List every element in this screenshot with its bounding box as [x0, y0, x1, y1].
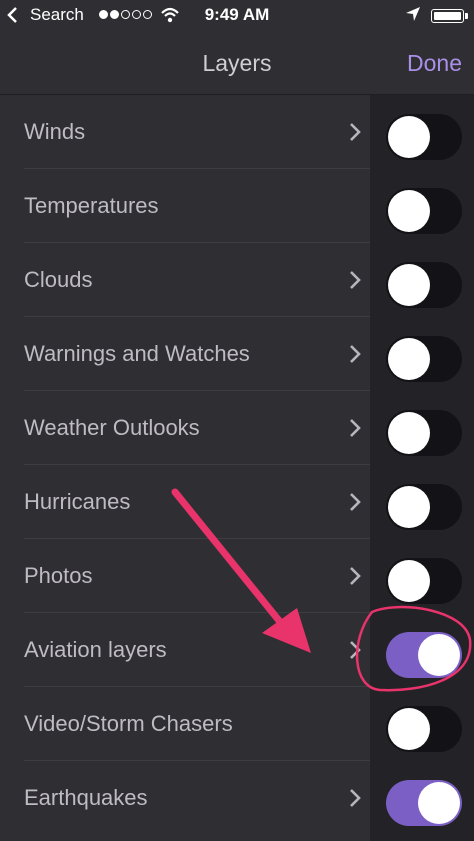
layer-label: Winds	[24, 119, 86, 144]
layer-toggle[interactable]	[386, 558, 462, 604]
nav-bar: Layers Done	[0, 32, 474, 95]
chevron-right-icon[interactable]	[344, 343, 366, 365]
toggle-knob	[418, 634, 460, 676]
layer-row[interactable]: Winds	[0, 95, 474, 169]
layer-label: Weather Outlooks	[24, 415, 200, 440]
chevron-right-icon[interactable]	[344, 269, 366, 291]
toggle-knob	[388, 708, 430, 750]
layers-list: Winds Temperatures Clouds Warnings and Watc…	[0, 95, 474, 835]
layer-row[interactable]: Temperatures	[0, 169, 474, 243]
layer-label: Clouds	[24, 267, 93, 292]
toggle-knob	[388, 486, 430, 528]
layer-label: Temperatures	[24, 193, 159, 218]
layer-toggle[interactable]	[386, 706, 462, 752]
layer-row[interactable]: Aviation layers	[0, 613, 474, 687]
layer-row[interactable]: Weather Outlooks	[0, 391, 474, 465]
layer-toggle[interactable]	[386, 262, 462, 308]
toggle-knob	[388, 560, 430, 602]
toggle-knob	[388, 116, 430, 158]
layer-label: Earthquakes	[24, 785, 148, 810]
layer-row[interactable]: Warnings and Watches	[0, 317, 474, 391]
layer-row[interactable]: Photos	[0, 539, 474, 613]
chevron-right-icon[interactable]	[344, 417, 366, 439]
location-arrow-icon	[405, 6, 421, 27]
chevron-right-icon[interactable]	[344, 787, 366, 809]
layer-label: Hurricanes	[24, 489, 131, 514]
toggle-knob	[388, 412, 430, 454]
layer-toggle[interactable]	[386, 336, 462, 382]
layer-toggle[interactable]	[386, 114, 462, 160]
layer-row[interactable]: Earthquakes	[0, 761, 474, 835]
layer-label: Photos	[24, 563, 93, 588]
battery-icon	[431, 9, 468, 23]
toggle-knob	[388, 190, 430, 232]
status-bar: Search 9:49 AM	[0, 0, 474, 32]
chevron-right-icon[interactable]	[344, 565, 366, 587]
layer-label: Aviation layers	[24, 637, 167, 662]
toggle-knob	[388, 338, 430, 380]
toggle-knob	[418, 782, 460, 824]
page-title: Layers	[202, 50, 272, 76]
layer-row[interactable]: Video/Storm Chasers	[0, 687, 474, 761]
layer-toggle[interactable]	[386, 632, 462, 678]
layer-toggle[interactable]	[386, 484, 462, 530]
layer-toggle[interactable]	[386, 410, 462, 456]
chevron-right-icon[interactable]	[344, 491, 366, 513]
layer-toggle[interactable]	[386, 780, 462, 826]
layer-row[interactable]: Hurricanes	[0, 465, 474, 539]
layer-label: Video/Storm Chasers	[24, 711, 233, 736]
layer-label: Warnings and Watches	[24, 341, 250, 366]
chevron-right-icon[interactable]	[344, 639, 366, 661]
toggle-knob	[388, 264, 430, 306]
done-button[interactable]: Done	[407, 50, 462, 77]
status-time: 9:49 AM	[204, 5, 270, 24]
layer-toggle[interactable]	[386, 188, 462, 234]
chevron-right-icon[interactable]	[344, 121, 366, 143]
layer-row[interactable]: Clouds	[0, 243, 474, 317]
